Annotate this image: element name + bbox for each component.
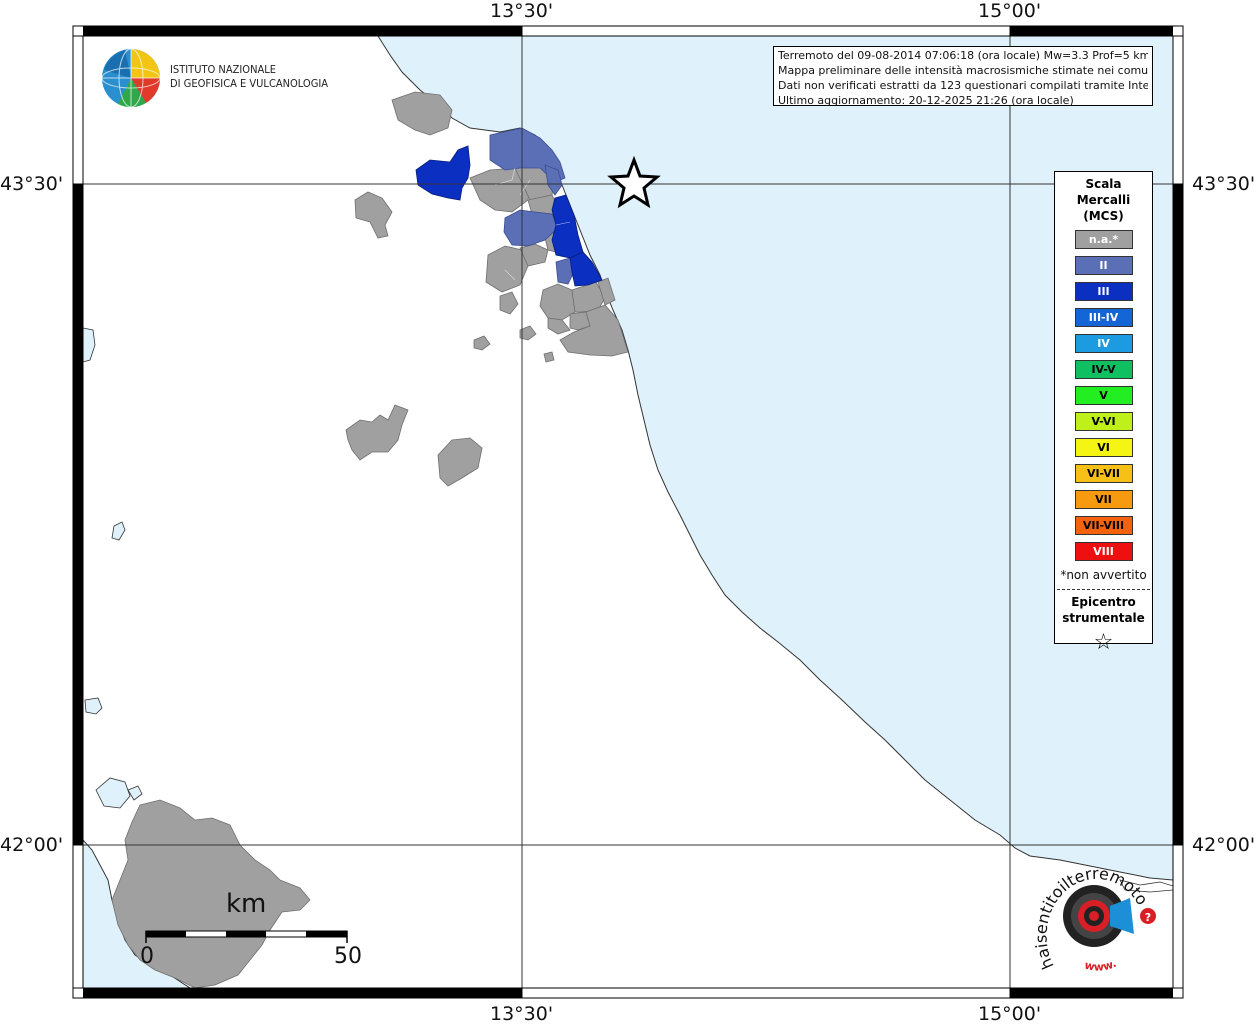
lon-label-bottom-1: 13°30' <box>490 1003 554 1025</box>
legend-entry: V-VI <box>1074 412 1133 431</box>
legend-entry: VI-VII <box>1074 464 1133 483</box>
lat-label-right-1: 43°30' <box>1192 173 1256 195</box>
lon-label-top-2: 15°00' <box>978 0 1042 22</box>
lat-label-left-2: 42°00' <box>0 834 64 856</box>
scale-end: 50 <box>334 944 362 969</box>
legend: Scala Mercalli (MCS) n.a.* II III III-IV IV I… <box>1054 171 1153 655</box>
lon-label-bottom-2: 15°00' <box>978 1003 1042 1025</box>
svg-text:haisentitoilterremoto.it: haisentitoilterremoto.it <box>1029 856 1152 972</box>
legend-entry: VI <box>1074 438 1133 457</box>
legend-entry: n.a.* <box>1074 230 1133 249</box>
scale-start: 0 <box>140 944 154 969</box>
legend-entries: n.a.* II III III-IV IV IV-V V V-VI VI VI-VII VII VI… <box>1055 230 1152 561</box>
legend-entry: VII <box>1074 490 1133 509</box>
scale-unit: km <box>226 889 267 919</box>
svg-text:www.: www. <box>1083 957 1118 974</box>
legend-epicenter-label: Epicentro strumentale <box>1062 595 1145 625</box>
ingv-logo-line-1: ISTITUTO NAZIONALE <box>170 63 277 76</box>
legend-entry: IV <box>1074 334 1133 353</box>
lon-label-top-1: 13°30' <box>490 0 554 22</box>
legend-entry: II <box>1074 256 1133 275</box>
haisentito-logo-text: haisentitoilterremoto.it www. <box>1029 856 1152 974</box>
info-box: Terremoto del 09-08-2014 07:06:18 (ora l… <box>773 46 1153 107</box>
legend-entry: III-IV <box>1074 308 1133 327</box>
info-line-data-source: Dati non verificati estratti da 123 ques… <box>778 79 1148 92</box>
info-line-event: Terremoto del 09-08-2014 07:06:18 (ora l… <box>778 49 1148 62</box>
legend-separator <box>1057 589 1150 590</box>
lat-label-left-1: 43°30' <box>0 173 64 195</box>
info-line-description: Mappa preliminare delle intensità macros… <box>778 64 1148 77</box>
legend-note: *non avvertito <box>1060 568 1147 582</box>
legend-entry: III <box>1074 282 1133 301</box>
lat-label-right-2: 42°00' <box>1192 834 1256 856</box>
haisentito-url-prefix: www. <box>1083 957 1118 974</box>
info-line-last-update: Ultimo aggiornamento: 20-12-2025 21:26 (… <box>778 94 1074 107</box>
legend-star-icon: ☆ <box>1093 630 1114 655</box>
ingv-logo-text: ISTITUTO NAZIONALE DI GEOFISICA E VULCAN… <box>170 63 328 91</box>
haisentito-site-name: haisentitoilterremoto.it <box>1029 856 1152 972</box>
legend-title: Scala Mercalli (MCS) <box>1076 177 1131 223</box>
legend-entry: VII-VIII <box>1074 516 1133 535</box>
ingv-logo-icon <box>101 48 161 108</box>
legend-entry: V <box>1074 386 1133 405</box>
municipality-na <box>543 351 555 363</box>
legend-entry: IV-V <box>1074 360 1133 379</box>
ingv-logo-line-2: DI GEOFISICA E VULCANOLOGIA <box>170 77 329 90</box>
legend-entry: VIII <box>1074 542 1133 561</box>
